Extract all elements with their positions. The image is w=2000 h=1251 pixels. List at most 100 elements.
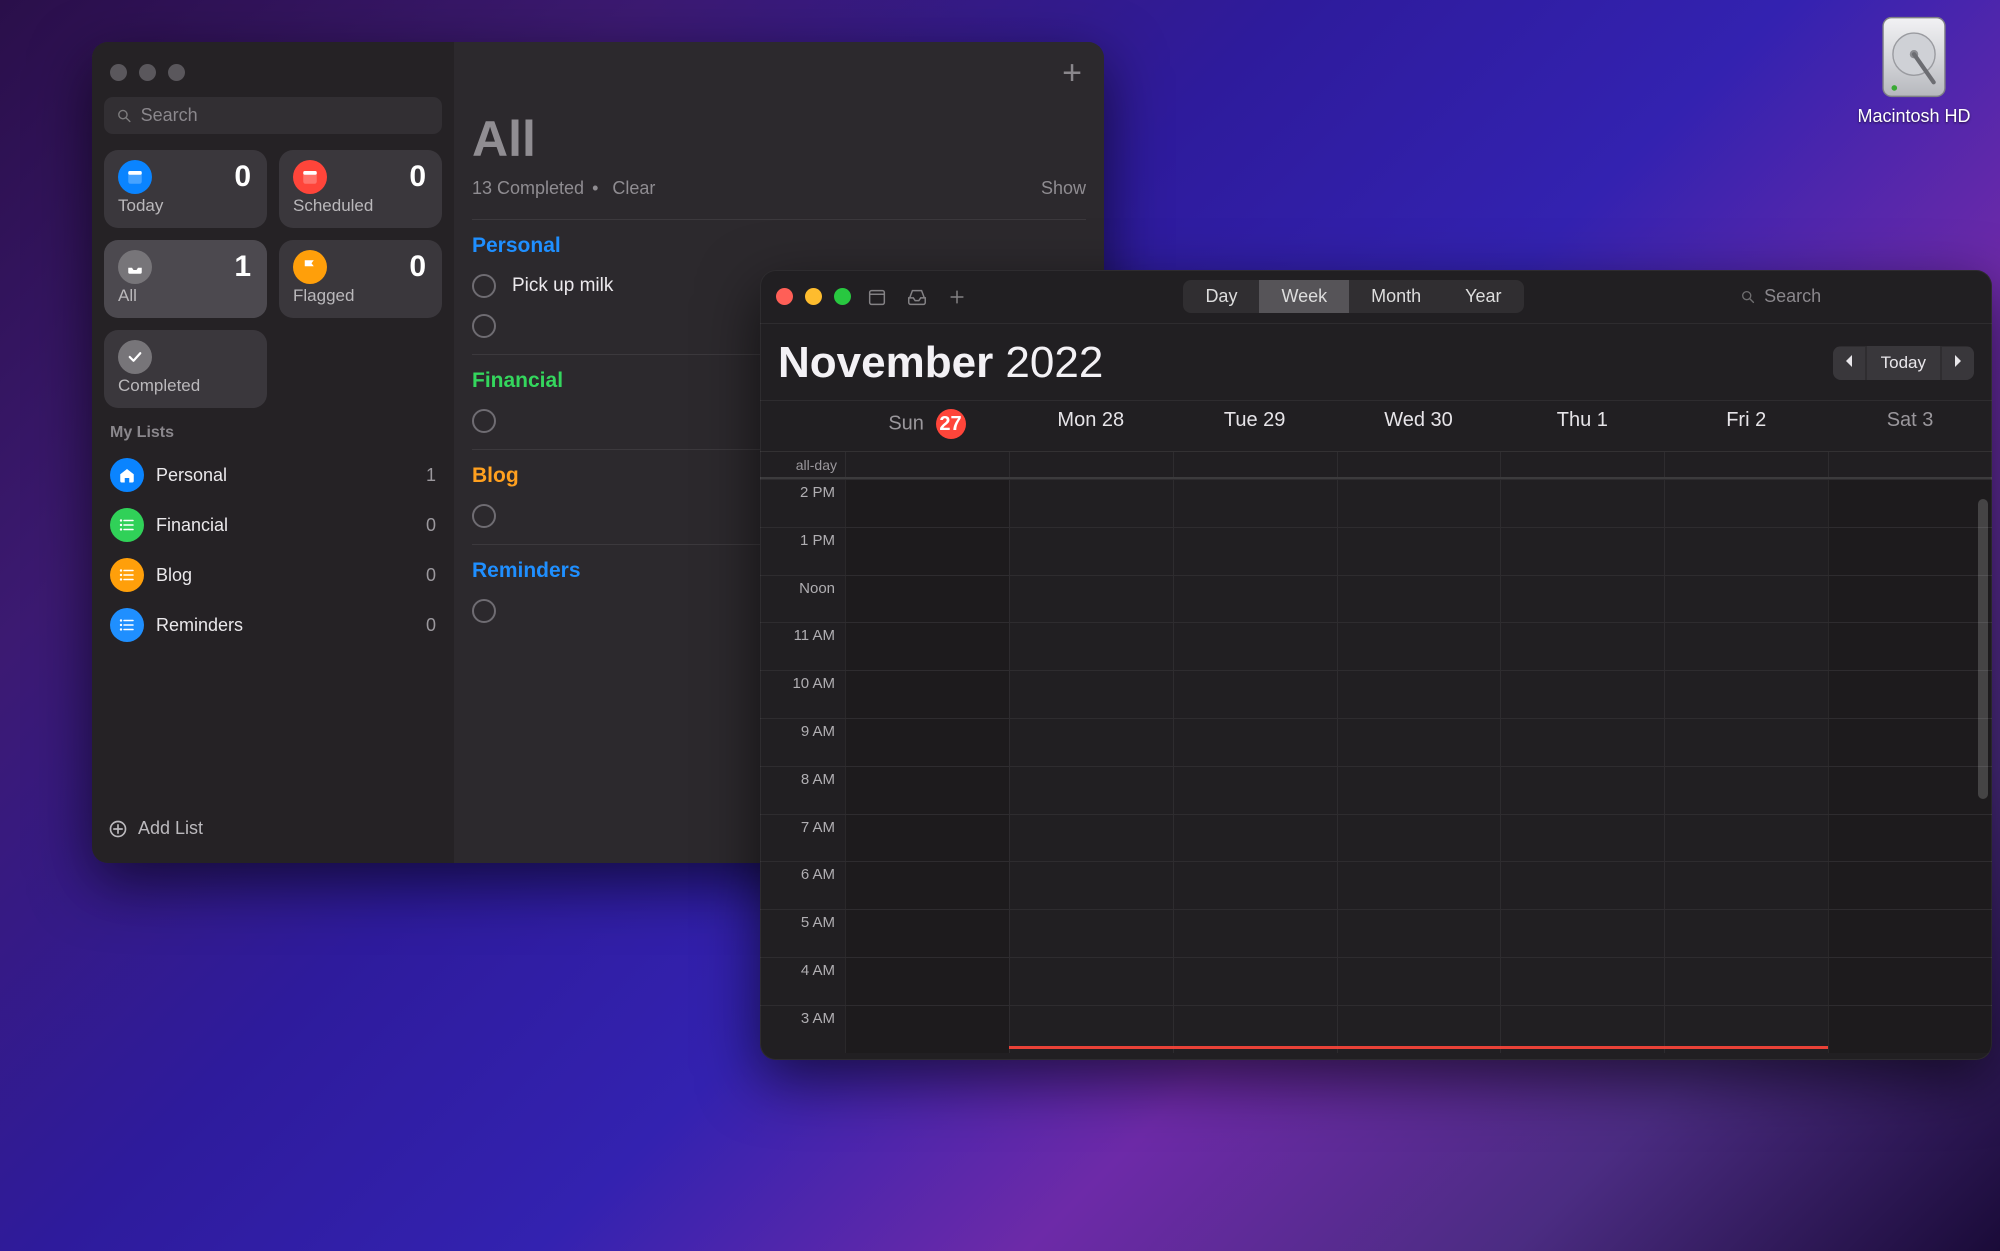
view-day[interactable]: Day — [1183, 280, 1259, 313]
hour-cell[interactable] — [1337, 671, 1501, 718]
hour-cell[interactable] — [1337, 767, 1501, 814]
hour-cell[interactable] — [1664, 815, 1828, 862]
hour-cell[interactable] — [1664, 671, 1828, 718]
hour-cell[interactable] — [1664, 910, 1828, 957]
list-row-financial[interactable]: Financial0 — [104, 500, 442, 550]
hour-cell[interactable] — [1828, 862, 1992, 909]
hour-cell[interactable] — [1009, 480, 1173, 527]
hour-cell[interactable] — [1828, 910, 1992, 957]
prev-week-button[interactable] — [1833, 347, 1865, 380]
day-header[interactable]: Tue 29 — [1173, 401, 1337, 451]
hour-cell[interactable] — [1009, 862, 1173, 909]
hour-cell[interactable] — [1664, 958, 1828, 1005]
hour-cell[interactable] — [1337, 719, 1501, 766]
smart-all[interactable]: 1 All — [104, 240, 267, 318]
scrollbar-thumb[interactable] — [1978, 499, 1988, 799]
hour-cell[interactable] — [1828, 528, 1992, 575]
zoom-button[interactable] — [834, 288, 851, 305]
hour-cell[interactable] — [1664, 480, 1828, 527]
day-header[interactable]: Sat 3 — [1828, 401, 1992, 451]
hour-cell[interactable] — [1500, 767, 1664, 814]
hour-cell[interactable] — [1173, 576, 1337, 623]
new-event-button[interactable] — [943, 283, 971, 311]
hour-cell[interactable] — [1500, 910, 1664, 957]
new-reminder-button[interactable]: + — [1062, 56, 1086, 90]
hour-cell[interactable] — [1500, 480, 1664, 527]
view-month[interactable]: Month — [1349, 280, 1443, 313]
calendars-button[interactable] — [863, 283, 891, 311]
day-header[interactable]: Sun 27 — [845, 401, 1009, 451]
day-header[interactable]: Wed 30 — [1337, 401, 1501, 451]
hour-cell[interactable] — [1009, 623, 1173, 670]
hour-cell[interactable] — [1009, 576, 1173, 623]
complete-toggle[interactable] — [472, 314, 496, 338]
complete-toggle[interactable] — [472, 409, 496, 433]
hour-cell[interactable] — [1664, 719, 1828, 766]
next-week-button[interactable] — [1942, 347, 1974, 380]
desktop-hd[interactable]: Macintosh HD — [1854, 12, 1974, 127]
hour-cell[interactable] — [1009, 910, 1173, 957]
inbox-button[interactable] — [903, 283, 931, 311]
hour-cell[interactable] — [1500, 958, 1664, 1005]
today-button[interactable]: Today — [1867, 346, 1940, 380]
hour-cell[interactable] — [845, 480, 1009, 527]
hour-cell[interactable] — [1173, 815, 1337, 862]
day-header[interactable]: Thu 1 — [1500, 401, 1664, 451]
hour-cell[interactable] — [1664, 623, 1828, 670]
hour-cell[interactable] — [1337, 623, 1501, 670]
hour-cell[interactable] — [845, 719, 1009, 766]
hour-cell[interactable] — [845, 910, 1009, 957]
hour-cell[interactable] — [1828, 719, 1992, 766]
hour-cell[interactable] — [845, 671, 1009, 718]
hour-cell[interactable] — [1500, 528, 1664, 575]
minimize-button[interactable] — [139, 64, 156, 81]
hour-cell[interactable] — [1828, 576, 1992, 623]
smart-completed[interactable]: Completed — [104, 330, 267, 408]
day-header[interactable]: Fri 2 — [1664, 401, 1828, 451]
hour-cell[interactable] — [1337, 528, 1501, 575]
hour-cell[interactable] — [845, 958, 1009, 1005]
calendar-search[interactable] — [1736, 282, 1976, 311]
complete-toggle[interactable] — [472, 599, 496, 623]
hour-cell[interactable] — [1664, 576, 1828, 623]
hour-cell[interactable] — [1337, 862, 1501, 909]
hour-cell[interactable] — [1173, 862, 1337, 909]
hour-cell[interactable] — [1009, 528, 1173, 575]
hour-cell[interactable] — [845, 576, 1009, 623]
minimize-button[interactable] — [805, 288, 822, 305]
list-row-personal[interactable]: Personal1 — [104, 450, 442, 500]
close-button[interactable] — [776, 288, 793, 305]
hour-cell[interactable] — [1828, 815, 1992, 862]
day-header[interactable]: Mon 28 — [1009, 401, 1173, 451]
smart-today[interactable]: 0 Today — [104, 150, 267, 228]
list-row-blog[interactable]: Blog0 — [104, 550, 442, 600]
hour-cell[interactable] — [1337, 958, 1501, 1005]
hour-cell[interactable] — [1500, 815, 1664, 862]
view-year[interactable]: Year — [1443, 280, 1523, 313]
view-week[interactable]: Week — [1259, 280, 1349, 313]
hour-cell[interactable] — [1500, 576, 1664, 623]
hour-cell[interactable] — [1337, 576, 1501, 623]
hour-cell[interactable] — [1337, 910, 1501, 957]
close-button[interactable] — [110, 64, 127, 81]
hour-cell[interactable] — [1664, 528, 1828, 575]
complete-toggle[interactable] — [472, 504, 496, 528]
section-title[interactable]: Personal — [472, 234, 1086, 258]
scrollbar[interactable] — [1978, 479, 1988, 1053]
hour-cell[interactable] — [845, 623, 1009, 670]
hour-cell[interactable] — [1173, 623, 1337, 670]
hour-cell[interactable] — [1173, 958, 1337, 1005]
hour-cell[interactable] — [1828, 480, 1992, 527]
hour-cell[interactable] — [1173, 910, 1337, 957]
hour-cell[interactable] — [845, 767, 1009, 814]
calendar-search-input[interactable] — [1764, 286, 1972, 307]
hour-cell[interactable] — [1009, 767, 1173, 814]
hour-cell[interactable] — [1828, 671, 1992, 718]
hour-cell[interactable] — [1173, 528, 1337, 575]
complete-toggle[interactable] — [472, 274, 496, 298]
show-button[interactable]: Show — [1041, 178, 1086, 199]
hour-cell[interactable] — [1828, 623, 1992, 670]
search-input[interactable] — [141, 105, 430, 126]
hour-cell[interactable] — [1500, 862, 1664, 909]
hour-cell[interactable] — [1337, 815, 1501, 862]
